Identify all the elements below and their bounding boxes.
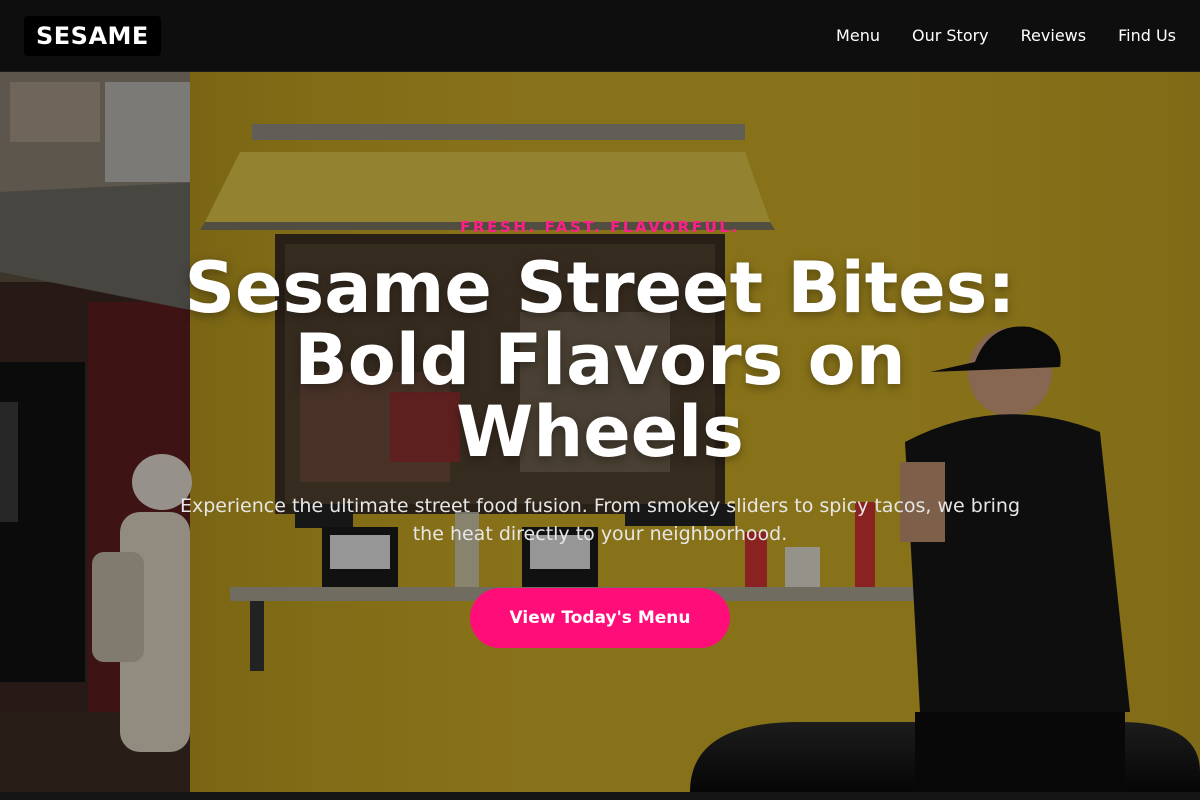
hero-content: FRESH. FAST. FLAVORFUL. Sesame Street Bi… (0, 72, 1200, 792)
nav-link-find-us[interactable]: Find Us (1118, 26, 1176, 45)
hero-headline: Sesame Street Bites: Bold Flavors on Whe… (184, 247, 1016, 473)
hero-eyebrow: FRESH. FAST. FLAVORFUL. (460, 218, 740, 236)
nav-link-our-story[interactable]: Our Story (912, 26, 989, 45)
hero-subtext: Experience the ultimate street food fusi… (179, 495, 1021, 545)
main-nav: Menu Our Story Reviews Find Us (836, 26, 1176, 45)
hero-section: FRESH. FAST. FLAVORFUL. Sesame Street Bi… (0, 72, 1200, 792)
nav-link-menu[interactable]: Menu (836, 26, 880, 45)
page-bottom-edge (0, 792, 1200, 800)
site-header: SESAME Menu Our Story Reviews Find Us (0, 0, 1200, 72)
nav-link-reviews[interactable]: Reviews (1021, 26, 1086, 45)
brand-logo[interactable]: SESAME (24, 15, 161, 56)
view-menu-button[interactable]: View Today's Menu (469, 588, 731, 648)
